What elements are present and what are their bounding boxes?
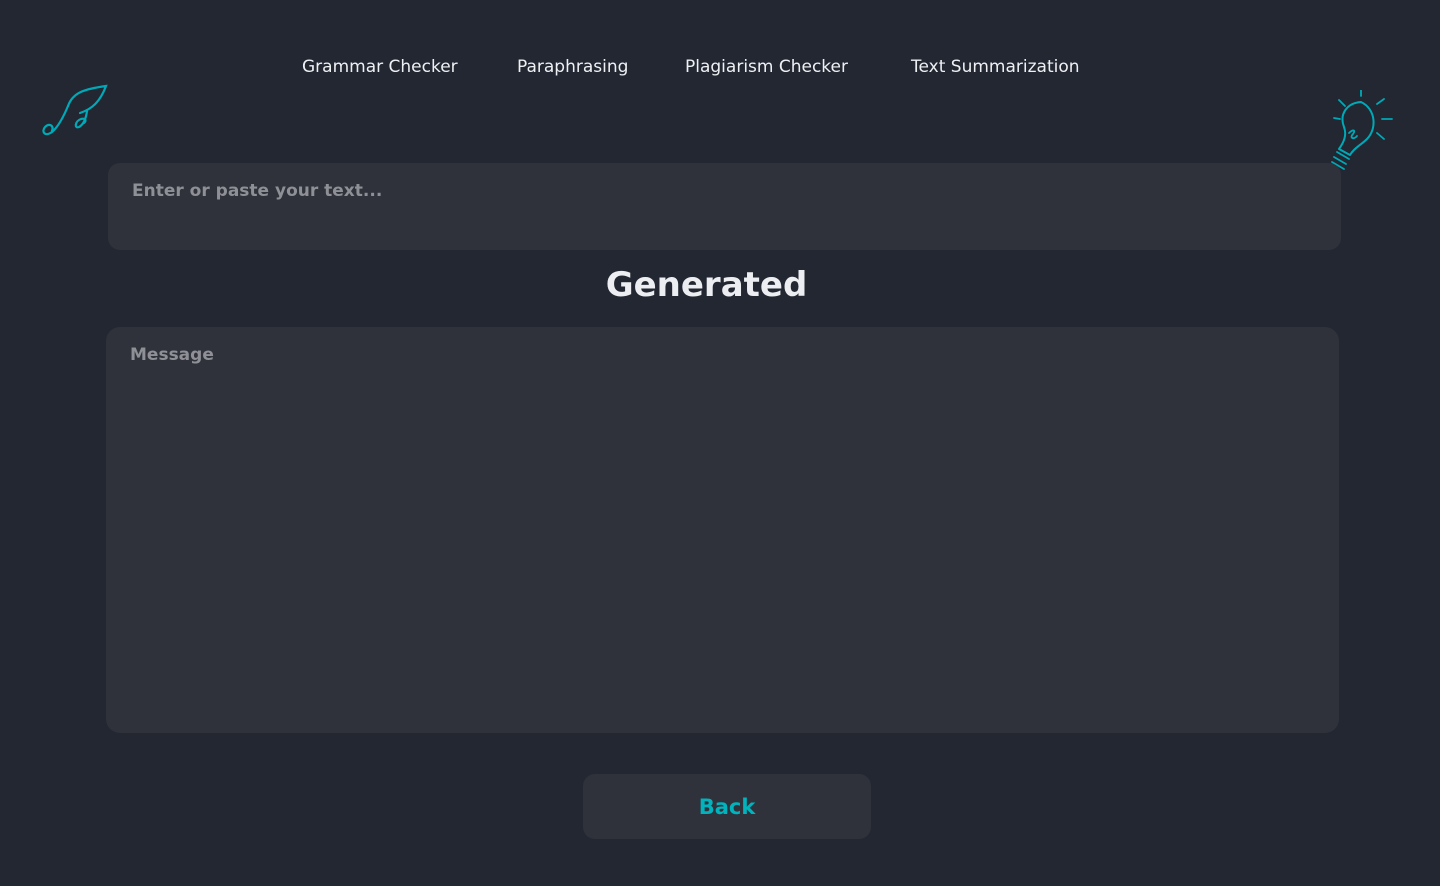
back-button[interactable]: Back (583, 774, 871, 839)
nav-link-paraphrasing[interactable]: Paraphrasing (517, 52, 628, 82)
message-output-panel (106, 327, 1339, 733)
top-navigation: Grammar Checker Paraphrasing Plagiarism … (0, 52, 1440, 82)
music-note-icon (42, 84, 108, 136)
nav-link-plagiarism-checker[interactable]: Plagiarism Checker (685, 52, 848, 82)
text-input-panel (108, 163, 1341, 250)
text-input[interactable] (108, 163, 1341, 250)
nav-link-text-summarization[interactable]: Text Summarization (911, 52, 1080, 82)
generated-message-output[interactable] (106, 327, 1339, 733)
nav-link-grammar-checker[interactable]: Grammar Checker (302, 52, 458, 82)
generated-heading: Generated (605, 265, 808, 305)
